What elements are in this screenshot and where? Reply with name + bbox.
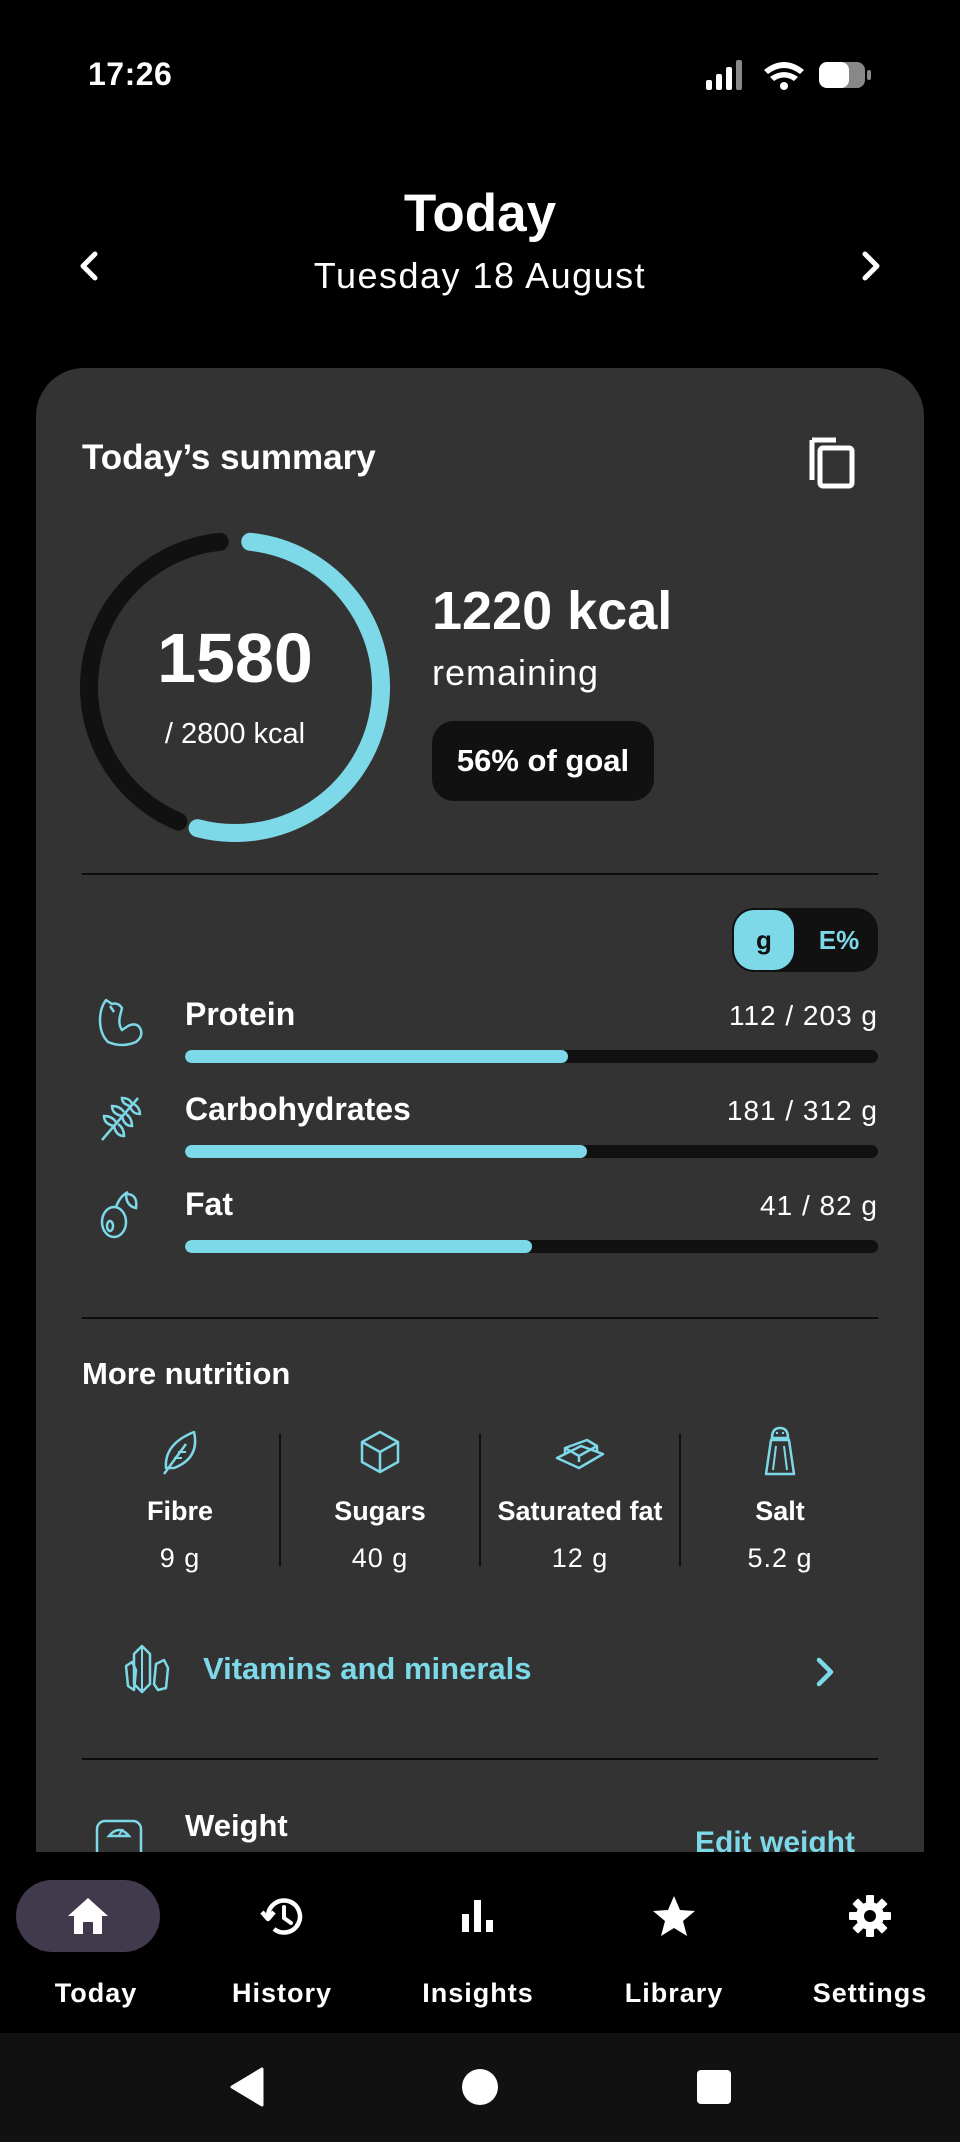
bar-chart-icon [462, 1900, 493, 1932]
divider [82, 1758, 878, 1760]
macro-name-protein: Protein [185, 996, 296, 1032]
home-circle-icon[interactable] [460, 2067, 500, 2107]
nutrient-salt: Salt 5.2 g [680, 1424, 880, 1574]
battery-icon [819, 62, 871, 88]
date-label: Tuesday 18 August [313, 255, 647, 296]
divider [82, 873, 878, 875]
system-navigation-bar [0, 2033, 960, 2142]
sugar-cube-icon [360, 1430, 400, 1474]
nutrient-fibre: Fibre 9 g [80, 1424, 280, 1574]
gear-icon [849, 1895, 891, 1937]
bottom-navigation: Today History Insights Library Settings [0, 1852, 960, 2033]
macro-bar-fat [185, 1240, 878, 1253]
salt-shaker-icon [764, 1426, 796, 1476]
macro-value-protein: 112 / 203 g [728, 1000, 878, 1031]
divider [82, 1317, 878, 1319]
muscle-icon [98, 998, 143, 1047]
scale-icon [95, 1819, 143, 1852]
nutrient-value: 12 g [551, 1543, 609, 1573]
history-icon [260, 1898, 303, 1935]
status-time: 17:26 [88, 56, 173, 92]
more-nutrition-title: More nutrition [82, 1356, 291, 1391]
page-title: Today [403, 184, 557, 243]
recents-icon[interactable] [696, 2069, 732, 2105]
nutrient-name: Fibre [146, 1496, 213, 1526]
macro-value-fat: 41 / 82 g [760, 1190, 878, 1221]
summary-title: Today’s summary [82, 438, 376, 477]
back-icon[interactable] [226, 2065, 268, 2109]
calorie-goal: / 2800 kcal [164, 718, 306, 750]
goal-percent-badge: 56% of goal [432, 721, 654, 801]
nav-label: History [231, 1978, 333, 2008]
next-day-button[interactable] [850, 246, 890, 286]
unit-toggle: g E% [732, 908, 878, 972]
macro-bar-fill [185, 1145, 587, 1158]
nutrient-saturated-fat: Saturated fat 12 g [480, 1424, 680, 1574]
macro-bar-fill [185, 1050, 568, 1063]
nav-library[interactable]: Library [578, 1852, 770, 2033]
olive-icon [100, 1190, 138, 1239]
nutrient-value: 9 g [159, 1543, 201, 1573]
nav-label: Today [54, 1978, 138, 2008]
nav-insights[interactable]: Insights [382, 1852, 574, 2033]
macro-name-fat: Fat [185, 1186, 233, 1222]
calories-remaining: 1220 kcal [432, 581, 673, 641]
leaf-icon [162, 1430, 197, 1475]
nutrient-name: Sugars [334, 1496, 426, 1526]
macro-bar-carbohydrates [185, 1145, 878, 1158]
status-icons [706, 60, 871, 90]
nav-history[interactable]: History [186, 1852, 378, 2033]
nutrient-sugars: Sugars 40 g [280, 1424, 480, 1574]
macro-bar-protein [185, 1050, 878, 1063]
nav-label: Settings [812, 1978, 928, 2008]
macro-name-carbohydrates: Carbohydrates [185, 1091, 411, 1127]
butter-icon [555, 1438, 605, 1470]
calories-consumed: 1580 [157, 619, 313, 697]
star-icon [653, 1896, 695, 1936]
nutrient-value: 40 g [351, 1543, 409, 1573]
signal-icon [706, 60, 742, 90]
vitamins-label: Vitamins and minerals [203, 1651, 532, 1686]
macro-bar-fill [185, 1240, 532, 1253]
nutrient-name: Saturated fat [497, 1496, 663, 1526]
nutrient-name: Salt [755, 1496, 805, 1526]
energy-percent-toggle-option[interactable]: E% [804, 908, 874, 972]
nav-label: Insights [422, 1978, 534, 2008]
wifi-icon [764, 62, 804, 90]
nav-label: Library [624, 1978, 724, 2008]
copy-icon[interactable] [806, 430, 858, 490]
nav-settings[interactable]: Settings [774, 1852, 960, 2033]
grams-toggle-option[interactable]: g [734, 910, 794, 970]
nutrient-value: 5.2 g [747, 1543, 813, 1573]
macro-value-carbohydrates: 181 / 312 g [726, 1095, 878, 1126]
home-icon [68, 1898, 108, 1934]
wheat-icon [101, 1096, 142, 1141]
chevron-right-icon [816, 1657, 834, 1687]
nav-today[interactable]: Today [0, 1852, 192, 2033]
weight-label: Weight [185, 1808, 288, 1843]
crystal-icon [124, 1644, 170, 1694]
remaining-label: remaining [432, 652, 600, 693]
